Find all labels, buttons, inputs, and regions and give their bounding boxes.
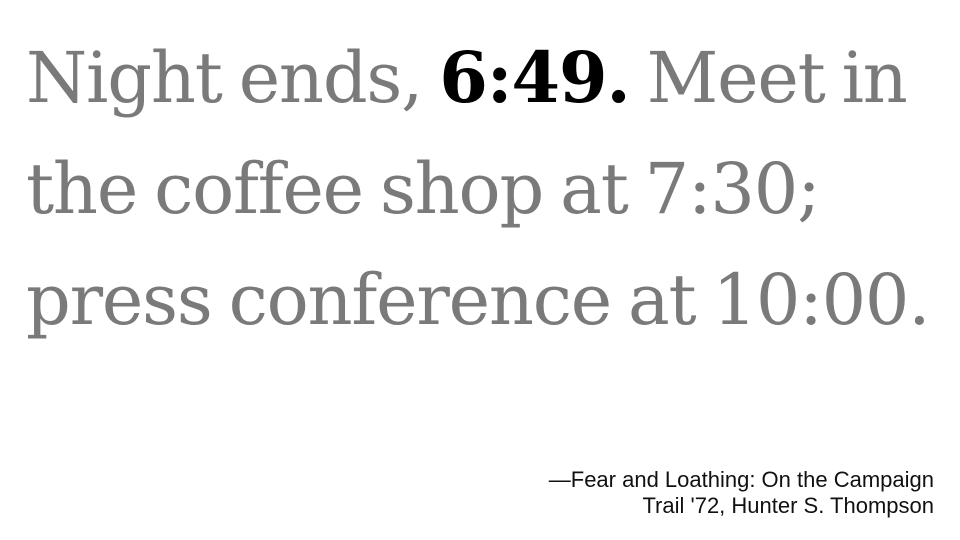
attribution: —Fear and Loathing: On the Campaign Trai… [414, 467, 934, 519]
attribution-line-1: —Fear and Loathing: On the Campaign [548, 467, 934, 492]
attribution-line-2: Trail '72, Hunter S. Thompson [642, 493, 934, 518]
quote-card: Night ends, 6:49. Meet in the coffee sho… [0, 0, 960, 540]
quote-text: Night ends, 6:49. Meet in the coffee sho… [26, 22, 936, 356]
time-highlight: 6:49. [439, 36, 631, 119]
quote-lead: Night ends, [26, 37, 440, 119]
